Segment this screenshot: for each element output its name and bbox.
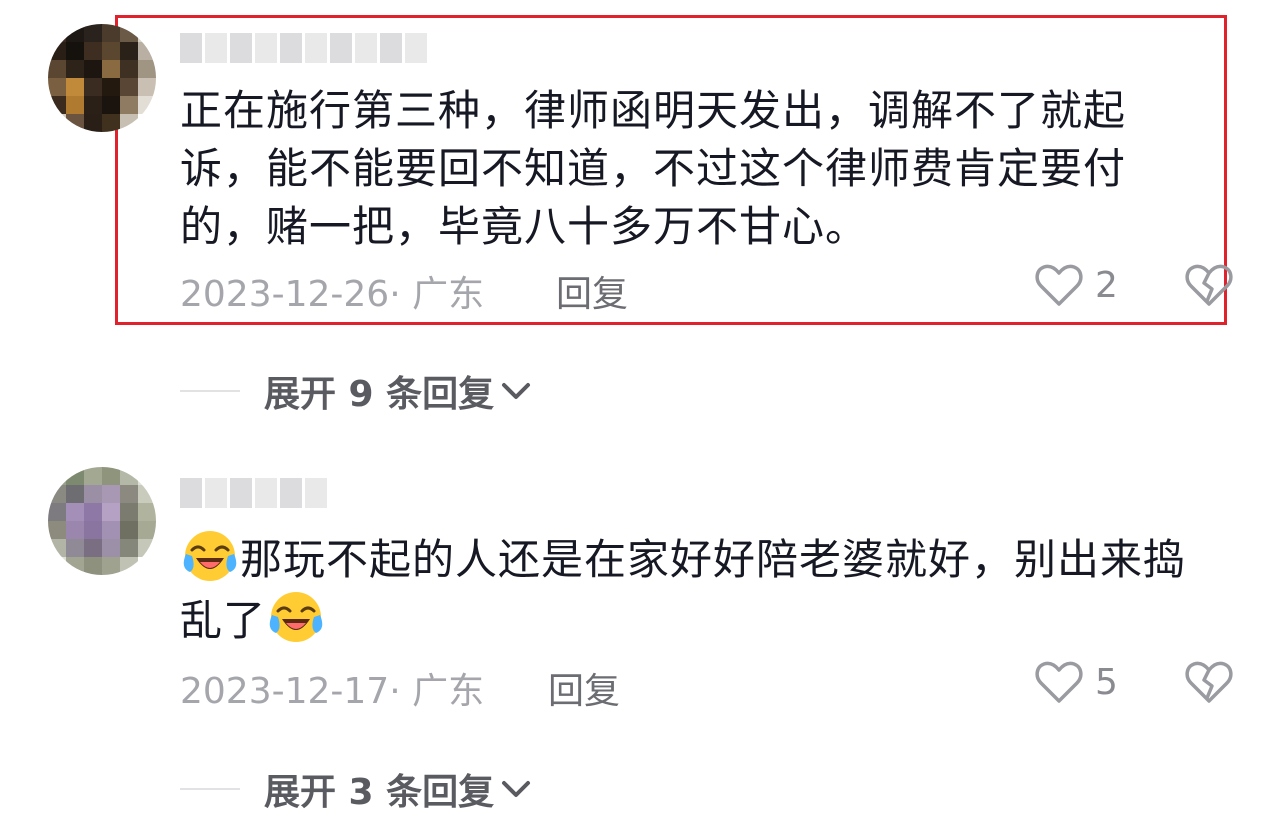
broken-heart-icon: [1185, 661, 1233, 703]
reply-button[interactable]: 回复: [548, 662, 620, 714]
comment-date-location: 2023-12-17· 广东: [180, 671, 485, 712]
comment-text: 正在施行第三种，律师函明天发出，调解不了就起诉，能不能要回不知道，不过这个律师费…: [180, 86, 1127, 251]
like-button[interactable]: 5: [1035, 660, 1118, 704]
expand-replies-label: 展开 9 条回复: [264, 374, 495, 415]
dislike-button[interactable]: [1185, 263, 1233, 316]
laughing-crying-emoji: [269, 592, 323, 642]
expand-replies-button[interactable]: 展开 9 条回复: [180, 366, 532, 416]
divider-line: [180, 788, 240, 790]
divider-line: [180, 390, 240, 392]
username-redacted[interactable]: [180, 33, 427, 63]
chevron-down-icon: [502, 383, 531, 399]
expand-replies-label: 展开 3 条回复: [264, 772, 495, 813]
heart-outline-icon: [1035, 661, 1083, 703]
comment-meta: 2023-12-17· 广东 回复 5: [180, 662, 1240, 712]
username-redacted[interactable]: [180, 478, 327, 508]
comment-text: 那玩不起的人还是在家好好陪老婆就好，别出来捣乱了: [180, 528, 1190, 650]
comment-text-part: 那玩不起的人还是在家好好陪老婆就好，别出来捣乱了: [180, 535, 1187, 645]
like-button[interactable]: 2: [1035, 263, 1118, 307]
comment-meta: 2023-12-26· 广东 回复 2: [180, 265, 1240, 315]
avatar[interactable]: [48, 467, 156, 575]
like-count: 2: [1095, 264, 1118, 306]
reply-button[interactable]: 回复: [556, 265, 628, 317]
laughing-crying-emoji: [183, 531, 237, 581]
chevron-down-icon: [502, 781, 531, 797]
broken-heart-icon: [1185, 264, 1233, 306]
dislike-button[interactable]: [1185, 660, 1233, 713]
comment-date-location: 2023-12-26· 广东: [180, 274, 485, 315]
like-count: 5: [1095, 661, 1118, 703]
heart-outline-icon: [1035, 264, 1083, 306]
expand-replies-button[interactable]: 展开 3 条回复: [180, 764, 532, 814]
avatar[interactable]: [48, 24, 156, 132]
